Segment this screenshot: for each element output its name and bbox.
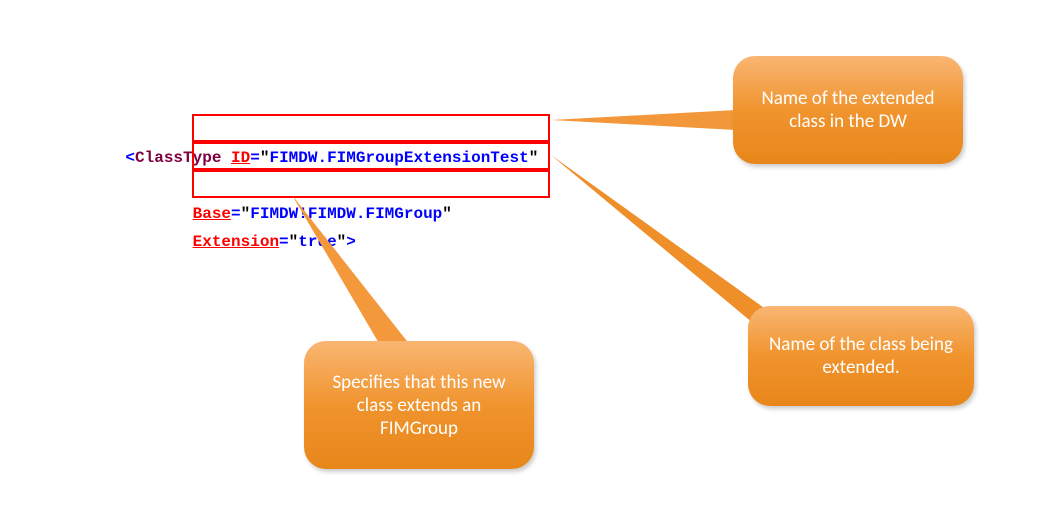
quote-char: " (529, 149, 539, 167)
attr-extension-name: Extension (193, 233, 279, 251)
callout-text: Name of the extended class in the DW (751, 87, 945, 133)
attr-id-value: FIMDW.FIMGroupExtensionTest (269, 149, 528, 167)
equals-sign: = (231, 205, 241, 223)
equals-sign: = (250, 149, 260, 167)
angle-bracket-open: < (125, 149, 135, 167)
quote-char: " (241, 205, 251, 223)
callout-tail-2 (551, 155, 771, 345)
xml-tag-name: ClassType (135, 149, 221, 167)
equals-sign: = (279, 233, 289, 251)
callout-extension-specifier: Specifies that this new class extends an… (304, 341, 534, 469)
callout-class-being-extended: Name of the class being extended. (748, 306, 974, 406)
callout-text: Specifies that this new class extends an… (322, 371, 516, 440)
attr-base-name: Base (193, 205, 231, 223)
callout-text: Name of the class being extended. (766, 333, 956, 379)
callout-tail-3 (292, 195, 412, 345)
attr-id-name: ID (231, 149, 250, 167)
callout-tail-1 (551, 110, 736, 130)
callout-extended-class-name: Name of the extended class in the DW (733, 56, 963, 164)
code-line-1: <ClassType ID= "FIMDW.FIMGroupExtensionTe… (87, 116, 538, 200)
